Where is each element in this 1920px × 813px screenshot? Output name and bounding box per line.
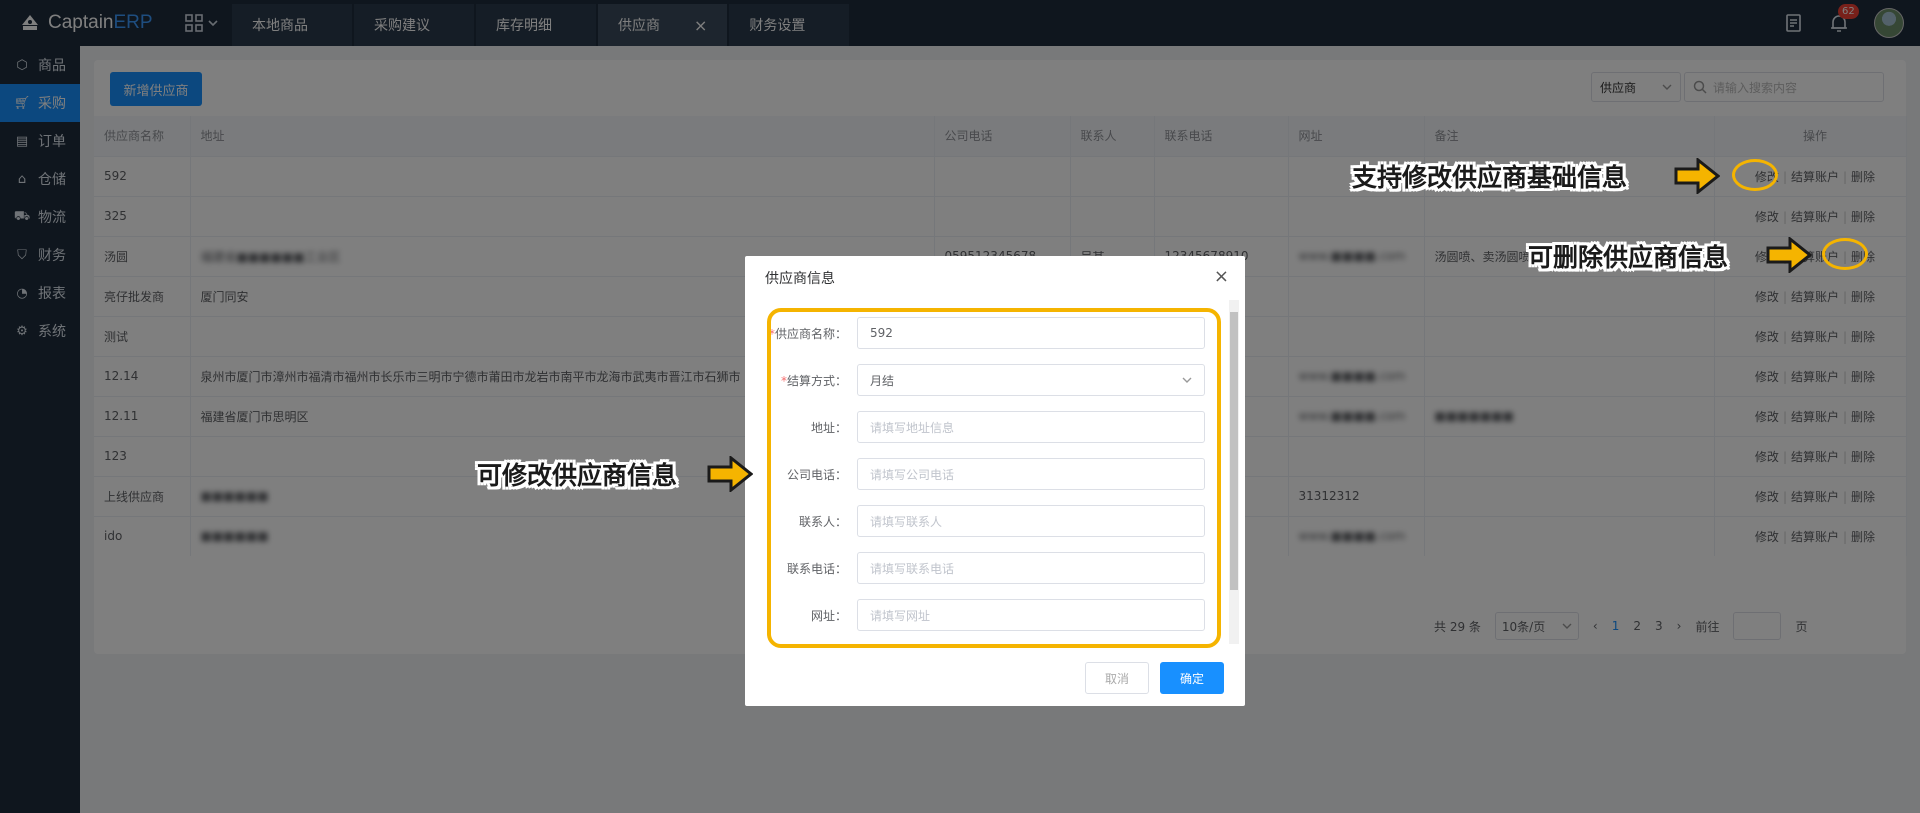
arrow-right-icon [707, 456, 753, 492]
annotation-delete: 可删除供应商信息 [1528, 243, 1729, 272]
highlight-ring [1822, 238, 1868, 270]
highlight-frame [767, 308, 1221, 648]
cancel-button[interactable]: 取消 [1085, 662, 1149, 694]
supplier-info-dialog: 供应商信息 × *供应商名称： 592 *结算方式： 月结 地址： 请填写地址信… [745, 256, 1245, 706]
dialog-scrollbar[interactable] [1229, 300, 1239, 644]
arrow-right-icon [1674, 158, 1720, 194]
confirm-button[interactable]: 确定 [1160, 662, 1224, 694]
scroll-thumb[interactable] [1230, 312, 1238, 590]
annotation-edit-base: 支持修改供应商基础信息 [1352, 163, 1628, 192]
highlight-ring [1732, 159, 1778, 191]
arrow-right-icon [1766, 237, 1812, 273]
dialog-title: 供应商信息 [765, 271, 835, 287]
annotation-edit-info: 可修改供应商信息 [477, 461, 678, 490]
close-icon[interactable]: × [1214, 266, 1229, 287]
